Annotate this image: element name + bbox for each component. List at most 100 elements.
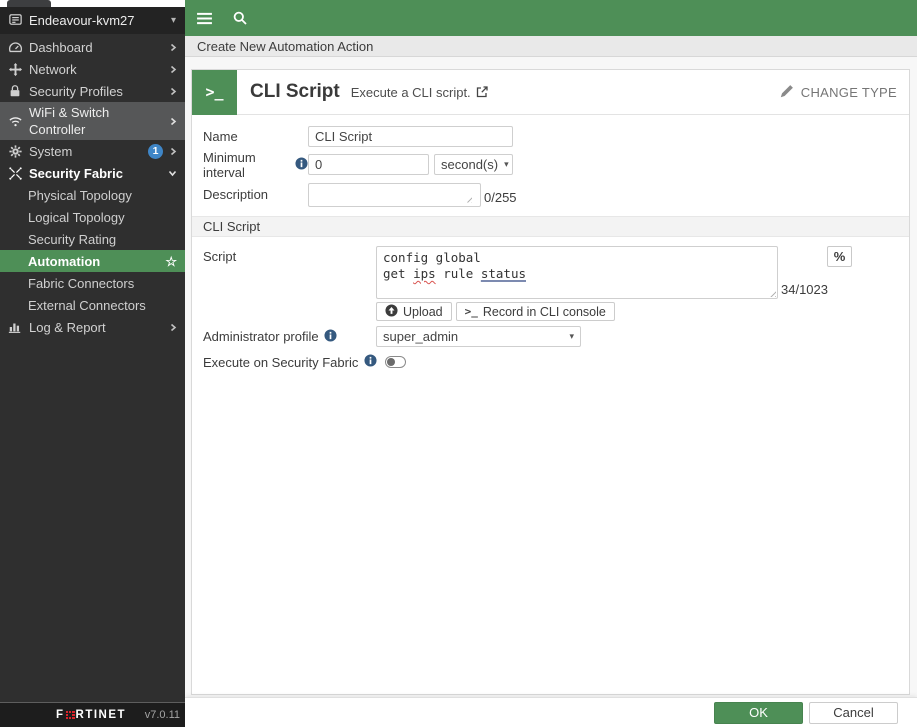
page-title: Create New Automation Action	[197, 38, 374, 54]
script-block: Script config global get ips rule status…	[192, 237, 909, 347]
logo-text-right: RTINET	[75, 709, 127, 721]
sidebar-item-wifi-switch-controller[interactable]: WiFi & Switch Controller	[0, 102, 185, 140]
sidebar-item-label: Security Rating	[28, 231, 117, 247]
info-icon[interactable]	[324, 328, 337, 345]
caret-down-icon: ▾	[569, 331, 574, 341]
terminal-icon: >_	[192, 69, 237, 115]
sidebar-item-label: Logical Topology	[28, 209, 125, 225]
script-line-1: config global	[383, 250, 481, 265]
sidebar-item-physical-topology[interactable]: Physical Topology	[0, 184, 185, 206]
info-icon[interactable]	[364, 354, 377, 370]
info-icon[interactable]	[295, 156, 308, 173]
main-content: Create New Automation Action >_ CLI Scri…	[185, 0, 917, 727]
external-link-icon[interactable]	[476, 86, 488, 98]
execute-fabric-label: Execute on Security Fabric	[203, 354, 359, 370]
sidebar: Endeavour-kvm27 ▾ Dashboard Network Secu…	[0, 0, 185, 727]
name-input[interactable]	[308, 125, 513, 147]
fortinet-logo: F RTINET	[56, 709, 126, 721]
execute-fabric-toggle[interactable]	[385, 356, 407, 368]
administrator-profile-label: Administrator profile	[203, 328, 376, 345]
sidebar-item-security-rating[interactable]: Security Rating	[0, 228, 185, 250]
terminal-icon: >_	[464, 305, 478, 318]
chevron-right-icon	[169, 43, 177, 52]
sidebar-item-label: WiFi & Switch Controller	[29, 105, 110, 137]
sidebar-item-label: External Connectors	[28, 297, 146, 313]
sidebar-item-external-connectors[interactable]: External Connectors	[0, 294, 185, 316]
automation-action-card: >_ CLI Script Execute a CLI script. CHAN…	[191, 69, 910, 695]
upload-label: Upload	[403, 304, 443, 319]
administrator-profile-select[interactable]: super_admin ▾	[376, 326, 581, 347]
minimum-interval-row: Minimum interval second(s) ▾	[192, 148, 909, 181]
description-label: Description	[203, 187, 269, 202]
hostname-label: Endeavour-kvm27	[29, 13, 135, 28]
gauge-icon	[7, 40, 23, 55]
sidebar-item-label: Physical Topology	[28, 187, 132, 203]
upload-button[interactable]: Upload	[376, 302, 452, 321]
record-label: Record in CLI console	[482, 304, 606, 319]
administrator-profile-label-text: Administrator profile	[203, 329, 319, 344]
execute-on-security-fabric-row: Execute on Security Fabric	[192, 354, 909, 370]
pencil-icon	[780, 84, 794, 101]
cli-script-section-header: CLI Script	[192, 216, 909, 237]
favorite-star-icon[interactable]: ☆	[165, 255, 177, 268]
search-icon[interactable]	[232, 10, 248, 26]
script-buttons: Upload >_ Record in CLI console	[376, 302, 909, 321]
script-counter: 34/1023	[781, 282, 828, 297]
gear-icon	[7, 144, 23, 159]
device-icon	[8, 12, 23, 30]
script-line-2: get ips rule status	[383, 266, 526, 281]
description-textarea[interactable]	[308, 182, 481, 207]
sidebar-item-label: Security Profiles	[29, 83, 123, 99]
sidebar-item-system[interactable]: System 1	[0, 140, 185, 162]
sidebar-item-logical-topology[interactable]: Logical Topology	[0, 206, 185, 228]
change-type-button[interactable]: CHANGE TYPE	[780, 84, 897, 101]
hostname-selector[interactable]: Endeavour-kvm27 ▾	[0, 7, 185, 34]
underlined-word: status	[480, 266, 526, 281]
caret-down-icon: ▾	[504, 159, 509, 169]
action-type-title: CLI Script	[250, 81, 340, 102]
resize-handle[interactable]	[769, 290, 776, 297]
caret-down-icon: ▾	[170, 15, 176, 26]
sidebar-item-network[interactable]: Network	[0, 58, 185, 80]
sidebar-item-automation[interactable]: Automation ☆	[0, 250, 185, 272]
misspelled-word: ips	[413, 266, 436, 281]
chevron-right-icon	[169, 65, 177, 74]
sidebar-item-dashboard[interactable]: Dashboard	[0, 36, 185, 58]
hamburger-menu-icon[interactable]	[196, 12, 213, 25]
sidebar-item-label: Security Fabric	[29, 165, 123, 181]
form-footer: OK Cancel	[185, 697, 917, 727]
sidebar-item-label: Fabric Connectors	[28, 275, 135, 291]
chevron-right-icon	[169, 323, 177, 332]
move-arrows-icon	[7, 62, 23, 77]
sidebar-item-security-fabric[interactable]: Security Fabric	[0, 162, 185, 184]
sidebar-item-label: Automation	[28, 253, 101, 269]
insert-variable-button[interactable]: %	[827, 246, 852, 267]
chevron-right-icon	[169, 117, 177, 126]
sidebar-item-fabric-connectors[interactable]: Fabric Connectors	[0, 272, 185, 294]
sidebar-item-security-profiles[interactable]: Security Profiles	[0, 80, 185, 102]
description-counter: 0/255	[484, 189, 517, 205]
script-textarea[interactable]: config global get ips rule status	[376, 246, 778, 299]
logo-text-left: F	[56, 709, 65, 721]
action-form: Name Minimum interval second(s) ▾ Descri…	[192, 115, 909, 208]
administrator-profile-value: super_admin	[383, 329, 459, 344]
sidebar-menu: Dashboard Network Security Profiles WiFi…	[0, 34, 185, 702]
interval-unit-select[interactable]: second(s) ▾	[434, 154, 513, 175]
minimum-interval-label-text: Minimum interval	[203, 149, 256, 180]
ok-button[interactable]: OK	[714, 701, 803, 724]
interval-unit-value: second(s)	[441, 157, 499, 172]
script-row: Script config global get ips rule status…	[203, 246, 909, 299]
cancel-button[interactable]: Cancel	[809, 701, 898, 724]
record-cli-console-button[interactable]: >_ Record in CLI console	[455, 302, 615, 321]
sidebar-cap-tab	[7, 0, 51, 7]
firmware-version: v7.0.11	[144, 709, 180, 721]
change-type-label: CHANGE TYPE	[800, 84, 897, 100]
chevron-right-icon	[169, 147, 177, 156]
sidebar-item-label: System	[29, 143, 73, 159]
description-row: Description 0/255	[192, 181, 909, 208]
sidebar-item-log-report[interactable]: Log & Report	[0, 316, 185, 338]
sidebar-item-label: Log & Report	[29, 319, 106, 335]
minimum-interval-input[interactable]	[308, 154, 429, 175]
upload-icon	[385, 303, 398, 320]
fabric-icon	[7, 166, 23, 181]
